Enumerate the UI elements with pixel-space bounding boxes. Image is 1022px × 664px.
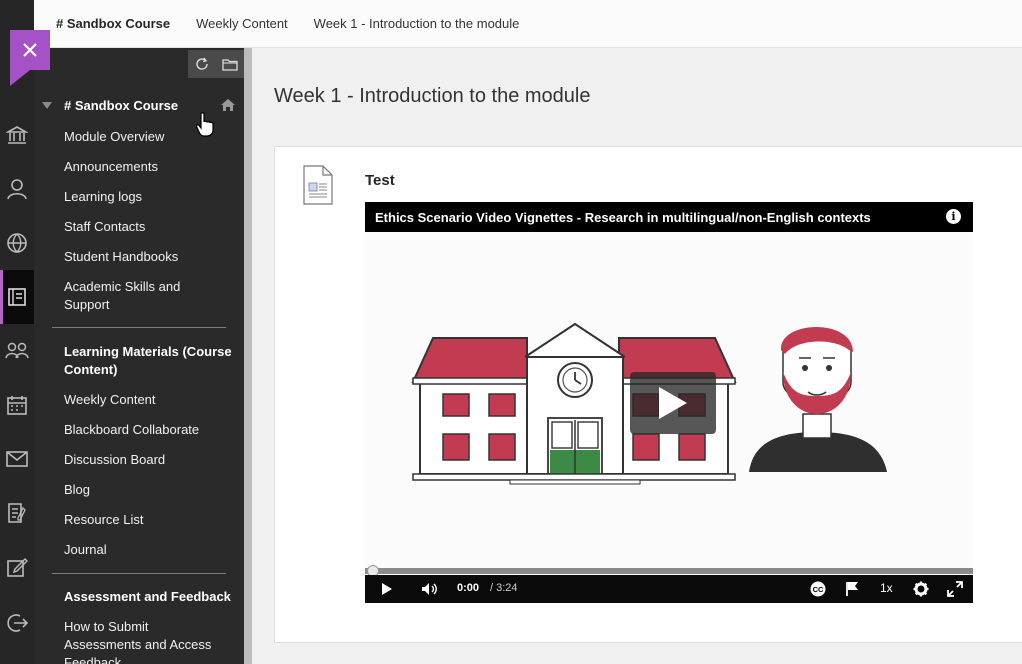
menu-item-discussion-board[interactable]: Discussion Board (64, 451, 240, 469)
menu-item-journal[interactable]: Journal (64, 541, 240, 559)
content-item: Test Ethics Scenario Video Vignettes - R… (274, 146, 1022, 643)
close-icon (23, 43, 37, 57)
video-title-bar: Ethics Scenario Video Vignettes - Resear… (365, 202, 973, 232)
playback-speed-button[interactable]: 1x (880, 581, 893, 595)
play-overlay-button[interactable] (630, 372, 716, 434)
video-current-time: 0:00 (457, 582, 480, 594)
tools-icon[interactable] (0, 540, 34, 594)
content-item-title[interactable]: Test (365, 172, 395, 189)
closed-captions-icon: CC (810, 581, 826, 597)
home-icon[interactable] (220, 98, 236, 117)
report-flag-button[interactable] (845, 580, 859, 598)
video-player[interactable]: Ethics Scenario Video Vignettes - Resear… (365, 202, 973, 603)
course-menu: # Sandbox Course Module Overview Announc… (34, 48, 244, 664)
menu-item-academic-skills[interactable]: Academic Skills and Support (64, 278, 224, 314)
groups-icon[interactable] (0, 324, 34, 378)
play-button[interactable] (381, 580, 393, 598)
breadcrumb-section[interactable]: Weekly Content (196, 16, 288, 31)
page-title: Week 1 - Introduction to the module (274, 85, 591, 107)
menu-item-resource-list[interactable]: Resource List (64, 511, 240, 529)
folder-view-icon[interactable] (221, 58, 238, 71)
play-icon (659, 387, 687, 419)
fullscreen-icon (947, 581, 963, 597)
menu-scrollbar[interactable] (244, 48, 252, 664)
fullscreen-button[interactable] (947, 580, 963, 598)
messages-icon[interactable] (0, 432, 34, 486)
course-menu-header[interactable]: # Sandbox Course (42, 98, 178, 113)
video-thumbnail[interactable] (365, 232, 973, 571)
profile-icon[interactable] (0, 162, 34, 216)
info-icon[interactable]: i (946, 209, 961, 224)
document-icon (303, 165, 333, 210)
collapse-triangle-icon[interactable] (42, 102, 52, 109)
breadcrumb-course[interactable]: # Sandbox Course (56, 16, 170, 31)
menu-item-blog[interactable]: Blog (64, 481, 240, 499)
menu-item-weekly-content[interactable]: Weekly Content (64, 391, 240, 409)
breadcrumb-current-page: Week 1 - Introduction to the module (313, 16, 520, 31)
grades-icon[interactable] (0, 486, 34, 540)
course-menu-title[interactable]: # Sandbox Course (64, 98, 178, 113)
institution-icon[interactable] (0, 108, 34, 162)
volume-button[interactable] (421, 580, 439, 598)
menu-item-blackboard-collaborate[interactable]: Blackboard Collaborate (64, 421, 240, 439)
hand-cursor-icon (196, 112, 214, 137)
play-icon (382, 583, 392, 595)
menu-divider (52, 327, 226, 328)
video-title[interactable]: Ethics Scenario Video Vignettes - Resear… (375, 210, 871, 225)
menu-item-how-to-submit[interactable]: How to Submit Assessments and Access Fee… (64, 618, 224, 664)
courses-icon[interactable] (0, 270, 34, 324)
close-course-menu-button[interactable] (10, 30, 50, 86)
global-nav-rail (0, 0, 34, 664)
menu-item-student-handbooks[interactable]: Student Handbooks (64, 248, 240, 266)
calendar-icon[interactable] (0, 378, 34, 432)
menu-item-announcements[interactable]: Announcements (64, 158, 240, 176)
video-duration: / 3:24 (490, 582, 518, 594)
logout-icon[interactable] (0, 596, 34, 650)
flag-icon (846, 582, 858, 596)
menu-section-assessment[interactable]: Assessment and Feedback (64, 588, 240, 606)
captions-button[interactable]: CC (809, 580, 827, 598)
refresh-icon[interactable] (195, 57, 209, 71)
main-content: Week 1 - Introduction to the module Test… (252, 49, 1022, 664)
menu-section-learning-materials[interactable]: Learning Materials (Course Content) (64, 343, 240, 379)
menu-toolbar (188, 50, 244, 78)
video-progress-bar[interactable] (365, 568, 973, 574)
breadcrumb: # Sandbox Course Weekly Content Week 1 -… (34, 0, 1022, 48)
settings-button[interactable] (913, 580, 929, 598)
menu-item-learning-logs[interactable]: Learning logs (64, 188, 240, 206)
video-controls: 0:00 / 3:24 CC 1x (365, 575, 973, 603)
menu-item-staff-contacts[interactable]: Staff Contacts (64, 218, 240, 236)
globe-icon[interactable] (0, 216, 34, 270)
gear-icon (913, 581, 929, 597)
volume-icon (422, 583, 437, 595)
svg-text:CC: CC (813, 585, 824, 594)
menu-divider (52, 573, 226, 574)
